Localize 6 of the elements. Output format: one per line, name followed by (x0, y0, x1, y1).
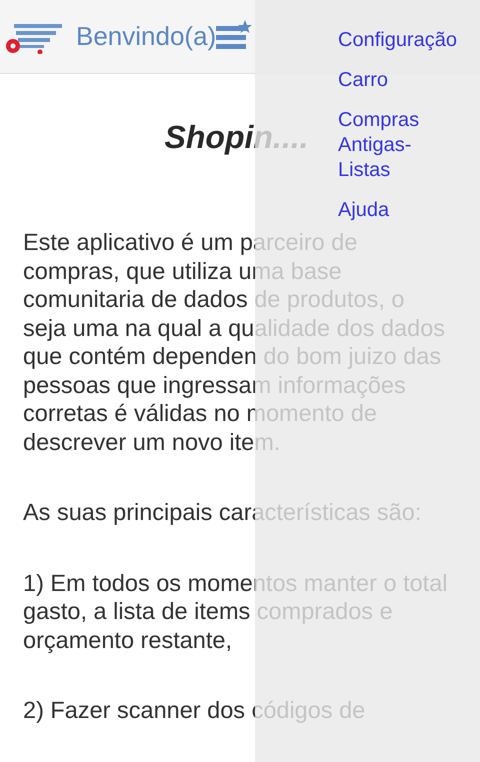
app-title: Shopin.... (164, 118, 308, 156)
welcome-title: Benvindo(a) (76, 21, 216, 52)
drawer-menu-item[interactable]: Compras Antigas-Listas (338, 108, 461, 183)
drawer-menu-item[interactable]: Configuração (338, 28, 461, 53)
drawer-menu-item[interactable]: Carro (338, 68, 461, 93)
drawer-menu-item[interactable]: Ajuda (338, 198, 461, 223)
